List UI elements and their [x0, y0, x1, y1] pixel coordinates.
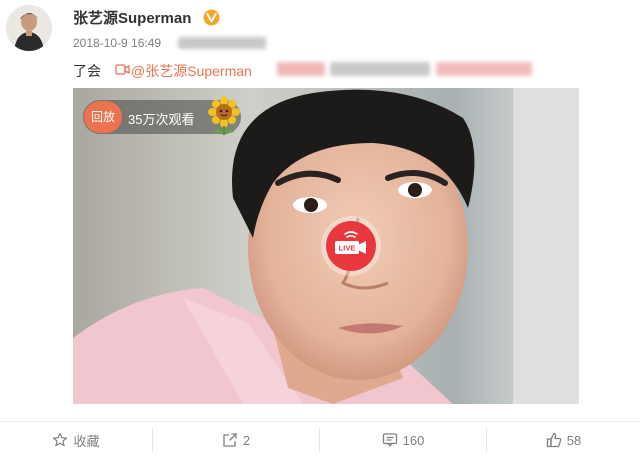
live-link-icon — [115, 64, 130, 75]
view-count: 35万次观看 — [128, 112, 195, 127]
blurred-source — [178, 37, 266, 49]
author-name[interactable]: 张艺源Superman — [73, 7, 191, 28]
live-play-button[interactable]: LIVE — [320, 215, 382, 277]
author-avatar[interactable] — [6, 5, 52, 51]
comment-button[interactable]: 160 — [320, 422, 486, 458]
replay-badge: 回放 — [84, 101, 122, 133]
mention-link[interactable]: @张艺源Superman — [131, 61, 252, 81]
live-badge-text: LIVE — [339, 244, 356, 253]
verified-v-icon — [203, 9, 220, 26]
share-icon — [223, 433, 237, 447]
post-timestamp[interactable]: 2018-10-9 16:49 — [73, 36, 161, 50]
live-camera-icon: LIVE — [321, 216, 381, 276]
star-outline-icon — [53, 432, 68, 447]
sunflower-emoji-icon — [208, 96, 240, 135]
like-count: 58 — [566, 432, 582, 448]
blurred-link-part — [277, 62, 325, 76]
forward-count: 2 — [242, 432, 251, 448]
thumbs-up-icon — [546, 432, 562, 448]
blurred-link-part — [436, 62, 532, 76]
comment-count: 160 — [402, 432, 425, 448]
like-button[interactable]: 58 — [487, 422, 640, 458]
action-bar: 收藏 2 160 58 — [0, 421, 640, 458]
blurred-link-part — [330, 62, 430, 76]
favorite-label: 收藏 — [73, 433, 100, 449]
forward-button[interactable]: 2 — [153, 422, 319, 458]
avatar-image — [6, 5, 52, 51]
post-text: 了会 — [73, 63, 101, 79]
comment-icon — [382, 433, 397, 448]
favorite-button[interactable]: 收藏 — [0, 422, 152, 458]
